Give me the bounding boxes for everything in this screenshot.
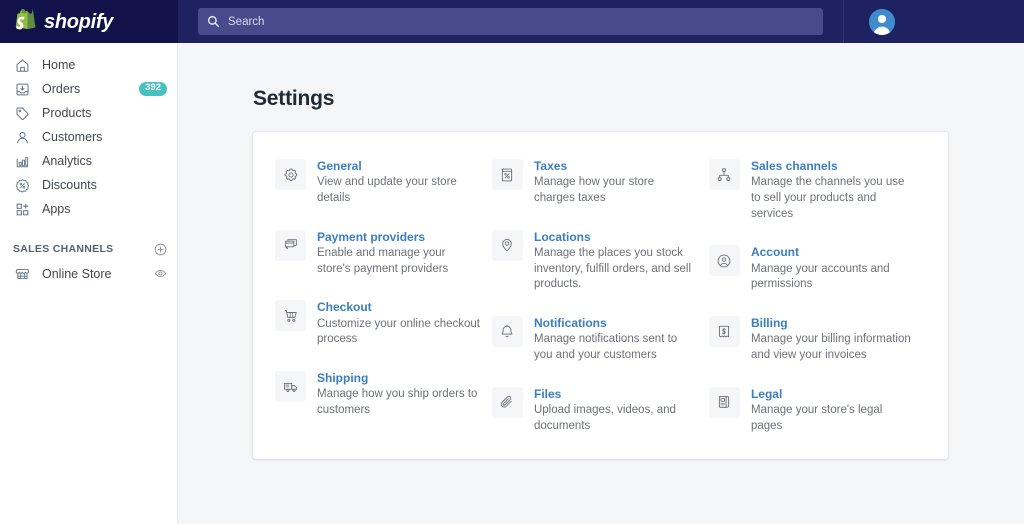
setting-title: Notifications (533, 316, 607, 331)
account-circle-icon (708, 245, 740, 277)
setting-title: Files (533, 386, 562, 401)
setting-description: Manage the channels you use to sell your… (750, 176, 905, 220)
setting-title: Locations (533, 229, 591, 244)
sidebar-item-label: Orders (42, 82, 81, 96)
setting-description: Manage your accounts and permissions (750, 262, 890, 291)
setting-title: Checkout (317, 300, 372, 315)
orders-count-badge: 392 (139, 82, 167, 96)
sidebar-item-discounts[interactable]: Discounts (0, 173, 177, 197)
sidebar-item-label: Apps (42, 202, 71, 216)
setting-account[interactable]: Account Manage your accounts and permiss… (708, 244, 926, 293)
sidebar-item-apps[interactable]: Apps (0, 197, 177, 221)
search-input[interactable]: Search (198, 8, 823, 35)
setting-files[interactable]: Files Upload images, videos, and documen… (491, 386, 709, 435)
search-placeholder-text: Search (228, 15, 265, 28)
sidebar-item-label: Customers (42, 130, 103, 144)
bell-icon (491, 316, 523, 348)
shopping-cart-icon (275, 300, 306, 332)
person-icon (13, 130, 31, 145)
setting-description: View and update your store details (317, 176, 457, 204)
setting-description: Manage notifications sent to you and you… (533, 333, 678, 362)
sidebar-item-label: Discounts (42, 178, 97, 192)
setting-notifications[interactable]: Notifications Manage notifications sent … (491, 315, 709, 364)
search-icon (207, 15, 220, 28)
discount-percent-icon (13, 178, 31, 193)
sidebar-item-home[interactable]: Home (0, 53, 177, 77)
sales-channels-network-icon (708, 159, 740, 190)
legal-document-icon (708, 386, 740, 418)
setting-description: Manage how your store charges taxes (533, 176, 655, 204)
main-content: Settings General View and update your st… (178, 43, 1024, 524)
truck-icon (275, 371, 306, 403)
setting-title: Taxes (533, 159, 568, 173)
setting-description: Upload images, videos, and documents (533, 404, 676, 432)
setting-title: Payment providers (317, 229, 426, 244)
tag-icon (13, 106, 31, 121)
eye-icon[interactable] (154, 267, 167, 280)
billing-receipt-icon (708, 316, 740, 348)
payment-card-icon (275, 229, 306, 261)
sidebar-item-customers[interactable]: Customers (0, 125, 177, 149)
sidebar-item-orders[interactable]: Orders 392 (0, 77, 177, 101)
gear-icon (275, 159, 306, 190)
paperclip-icon (491, 386, 523, 418)
setting-shipping[interactable]: Shipping Manage how you ship orders to c… (275, 370, 492, 419)
setting-checkout[interactable]: Checkout Customize your online checkout … (275, 299, 492, 348)
sidebar-item-label: Analytics (42, 154, 93, 168)
setting-general[interactable]: General View and update your store detai… (275, 158, 492, 207)
home-icon (13, 58, 31, 73)
setting-title: Shipping (317, 371, 369, 386)
location-pin-icon (491, 229, 523, 261)
shopify-bag-icon (13, 9, 36, 34)
setting-title: Billing (750, 316, 788, 331)
settings-column-1: General View and update your store detai… (275, 158, 492, 435)
user-avatar-icon[interactable] (869, 8, 895, 35)
setting-description: Enable and manage your store's payment p… (317, 246, 449, 275)
setting-description: Customize your online checkout process (317, 317, 480, 346)
settings-column-3: Sales channels Manage the channels you u… (708, 158, 926, 435)
shopify-admin-window: shopify Search Home Orders 392 Products … (0, 0, 1024, 524)
sidebar-section-title: SALES CHANNELS (13, 243, 114, 255)
sidebar-item-online-store[interactable]: Online Store (0, 260, 177, 287)
setting-description: Manage how you ship orders to customers (317, 388, 478, 416)
settings-column-2: Taxes Manage how your store charges taxe… (491, 158, 709, 435)
setting-title: Sales channels (750, 159, 838, 173)
apps-grid-plus-icon (13, 202, 31, 217)
settings-card: General View and update your store detai… (253, 132, 948, 459)
plus-circle-icon[interactable] (154, 243, 167, 256)
setting-locations[interactable]: Locations Manage the places you stock in… (491, 229, 709, 293)
setting-description: Manage your billing information and view… (750, 333, 911, 362)
sidebar-item-label: Online Store (42, 266, 112, 281)
shopify-logo[interactable]: shopify (0, 0, 178, 43)
setting-title: Account (750, 245, 799, 260)
sidebar-item-products[interactable]: Products (0, 101, 177, 125)
setting-title: General (317, 159, 362, 173)
setting-sales-channels[interactable]: Sales channels Manage the channels you u… (708, 158, 926, 222)
sidebar-section-sales-channels: SALES CHANNELS (0, 238, 177, 260)
setting-description: Manage your store's legal pages (750, 404, 883, 432)
search-area: Search (178, 8, 843, 35)
sidebar: Home Orders 392 Products Customers Analy… (0, 43, 178, 524)
settings-grid: General View and update your store detai… (275, 158, 926, 435)
setting-title: Legal (750, 386, 783, 401)
brand-wordmark: shopify (44, 10, 114, 33)
sidebar-item-analytics[interactable]: Analytics (0, 149, 177, 173)
orders-inbox-icon (13, 82, 31, 97)
account-menu[interactable] (843, 0, 1024, 43)
storefront-icon (13, 266, 31, 281)
sidebar-item-label: Products (42, 106, 92, 120)
setting-legal[interactable]: Legal Manage your store's legal pages (708, 386, 926, 435)
setting-payment-providers[interactable]: Payment providers Enable and manage your… (275, 229, 492, 278)
body: Home Orders 392 Products Customers Analy… (0, 43, 1024, 524)
page-title: Settings (253, 87, 335, 110)
setting-billing[interactable]: Billing Manage your billing information … (708, 315, 926, 364)
taxes-document-icon (491, 159, 523, 190)
setting-taxes[interactable]: Taxes Manage how your store charges taxe… (491, 158, 709, 207)
top-bar: shopify Search (0, 0, 1024, 43)
bar-chart-icon (13, 154, 31, 169)
setting-description: Manage the places you stock inventory, f… (533, 246, 692, 291)
sidebar-item-label: Home (42, 58, 76, 72)
